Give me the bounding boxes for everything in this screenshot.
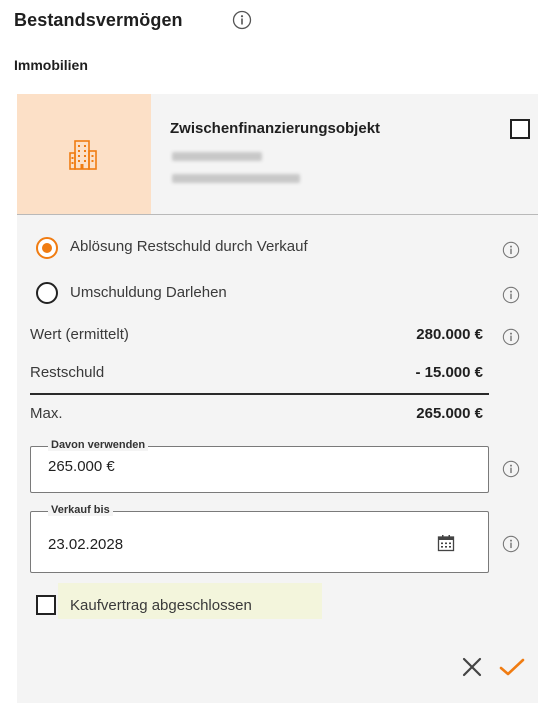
info-icon[interactable]	[502, 535, 520, 553]
ablösung-radio[interactable]	[36, 237, 58, 259]
property-address-line2	[172, 174, 300, 183]
property-title: Zwischenfinanzierungsobjekt	[170, 120, 381, 137]
ablösung-label[interactable]: Ablösung Restschuld durch Verkauf	[70, 238, 308, 255]
kaufvertrag-checkbox[interactable]	[36, 595, 56, 615]
building-icon	[69, 140, 97, 170]
davon-verwenden-value[interactable]: 265.000 €	[48, 458, 115, 475]
max-label: Max.	[30, 405, 63, 422]
info-icon[interactable]	[502, 241, 520, 259]
section-title: Bestandsvermögen	[14, 10, 183, 30]
calendar-icon[interactable]	[436, 533, 456, 553]
property-select-checkbox[interactable]	[510, 119, 530, 139]
close-icon[interactable]	[459, 654, 485, 680]
kaufvertrag-label[interactable]: Kaufvertrag abgeschlossen	[70, 597, 252, 614]
restschuld-value: - 15.000 €	[415, 364, 483, 381]
info-icon[interactable]	[502, 286, 520, 304]
verkauf-bis-label: Verkauf bis	[48, 504, 113, 516]
info-icon[interactable]	[502, 460, 520, 478]
wert-value: 280.000 €	[416, 326, 483, 343]
wert-label: Wert (ermittelt)	[30, 326, 129, 343]
section-subtitle: Immobilien	[14, 57, 88, 73]
davon-verwenden-label: Davon verwenden	[48, 439, 149, 451]
property-address-line1	[172, 152, 262, 161]
sum-divider	[30, 393, 489, 395]
max-value: 265.000 €	[416, 405, 483, 422]
umschuldung-radio[interactable]	[36, 282, 58, 304]
umschuldung-label[interactable]: Umschuldung Darlehen	[70, 284, 227, 301]
info-icon[interactable]	[232, 10, 252, 30]
card-divider	[17, 214, 538, 215]
verkauf-bis-value[interactable]: 23.02.2028	[48, 536, 123, 553]
info-icon[interactable]	[502, 328, 520, 346]
check-icon[interactable]	[496, 654, 528, 680]
restschuld-label: Restschuld	[30, 364, 105, 381]
